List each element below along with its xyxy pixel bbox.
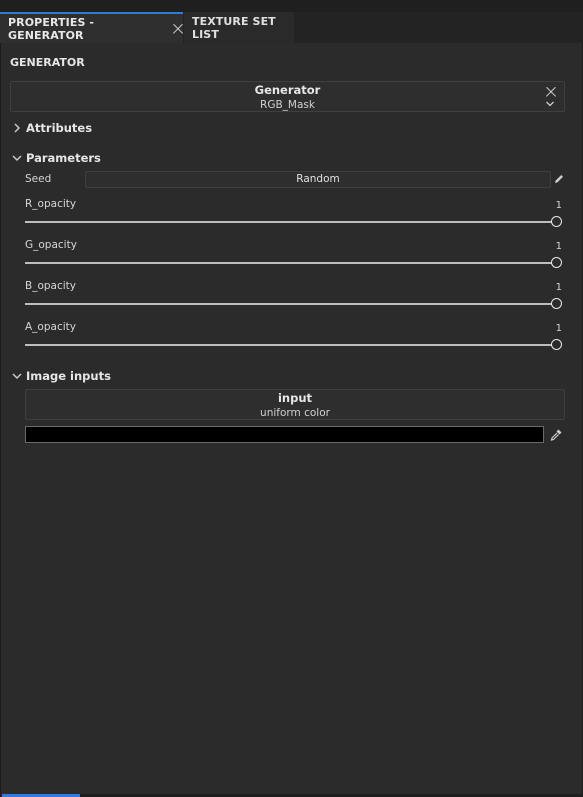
slider-label-g-opacity: G_opacity [25, 239, 77, 251]
tab-label: TEXTURE SET LIST [192, 14, 276, 41]
chevron-right-icon [14, 123, 20, 133]
slider-handle[interactable] [551, 298, 562, 309]
input-title: input [277, 391, 313, 405]
color-swatch[interactable] [25, 426, 544, 443]
slider-track[interactable] [25, 344, 552, 346]
group-image-inputs[interactable]: Image inputs [10, 369, 111, 383]
group-label: Parameters [26, 151, 101, 165]
chevron-down-icon [12, 373, 22, 379]
group-parameters[interactable]: Parameters [10, 151, 101, 165]
slider-handle[interactable] [551, 257, 562, 268]
slider-value: 1 [555, 323, 562, 334]
tab-texture-set-list[interactable]: TEXTURE SET LIST [184, 12, 294, 43]
slider-label-a-opacity: A_opacity [25, 321, 76, 333]
slider-handle[interactable] [551, 216, 562, 227]
slider-value: 1 [555, 241, 562, 252]
seed-label: Seed [25, 173, 52, 185]
panel-top-bar [0, 0, 583, 12]
close-icon[interactable] [173, 23, 183, 34]
chevron-down-icon [12, 155, 22, 161]
eyedropper-icon[interactable] [549, 428, 563, 442]
tab-bar: PROPERTIES - GENERATOR TEXTURE SET LIST [0, 12, 583, 43]
group-attributes[interactable]: Attributes [10, 121, 92, 135]
slider-label-b-opacity: B_opacity [25, 280, 76, 292]
chevron-down-icon[interactable] [545, 99, 555, 109]
section-title: GENERATOR [10, 56, 85, 69]
slider-value: 1 [555, 282, 562, 293]
pencil-icon[interactable] [553, 173, 565, 185]
close-icon[interactable] [544, 85, 558, 99]
image-input-selector[interactable]: input uniform color [25, 389, 565, 420]
slider-track[interactable] [25, 262, 552, 264]
slider-value: 1 [555, 200, 562, 211]
tab-label: PROPERTIES - GENERATOR [8, 15, 95, 42]
random-seed-button[interactable]: Random [85, 171, 551, 188]
slider-label-r-opacity: R_opacity [25, 198, 77, 210]
slider-track[interactable] [25, 303, 552, 305]
generator-title: Generator [254, 83, 321, 97]
input-value: uniform color [260, 407, 330, 419]
group-label: Attributes [26, 121, 93, 135]
slider-track[interactable] [25, 221, 552, 223]
group-label: Image inputs [26, 369, 111, 383]
generator-selector[interactable]: Generator RGB_Mask [10, 81, 565, 112]
slider-handle[interactable] [551, 339, 562, 350]
tab-properties-generator[interactable]: PROPERTIES - GENERATOR [0, 12, 183, 43]
generator-value: RGB_Mask [260, 99, 315, 111]
